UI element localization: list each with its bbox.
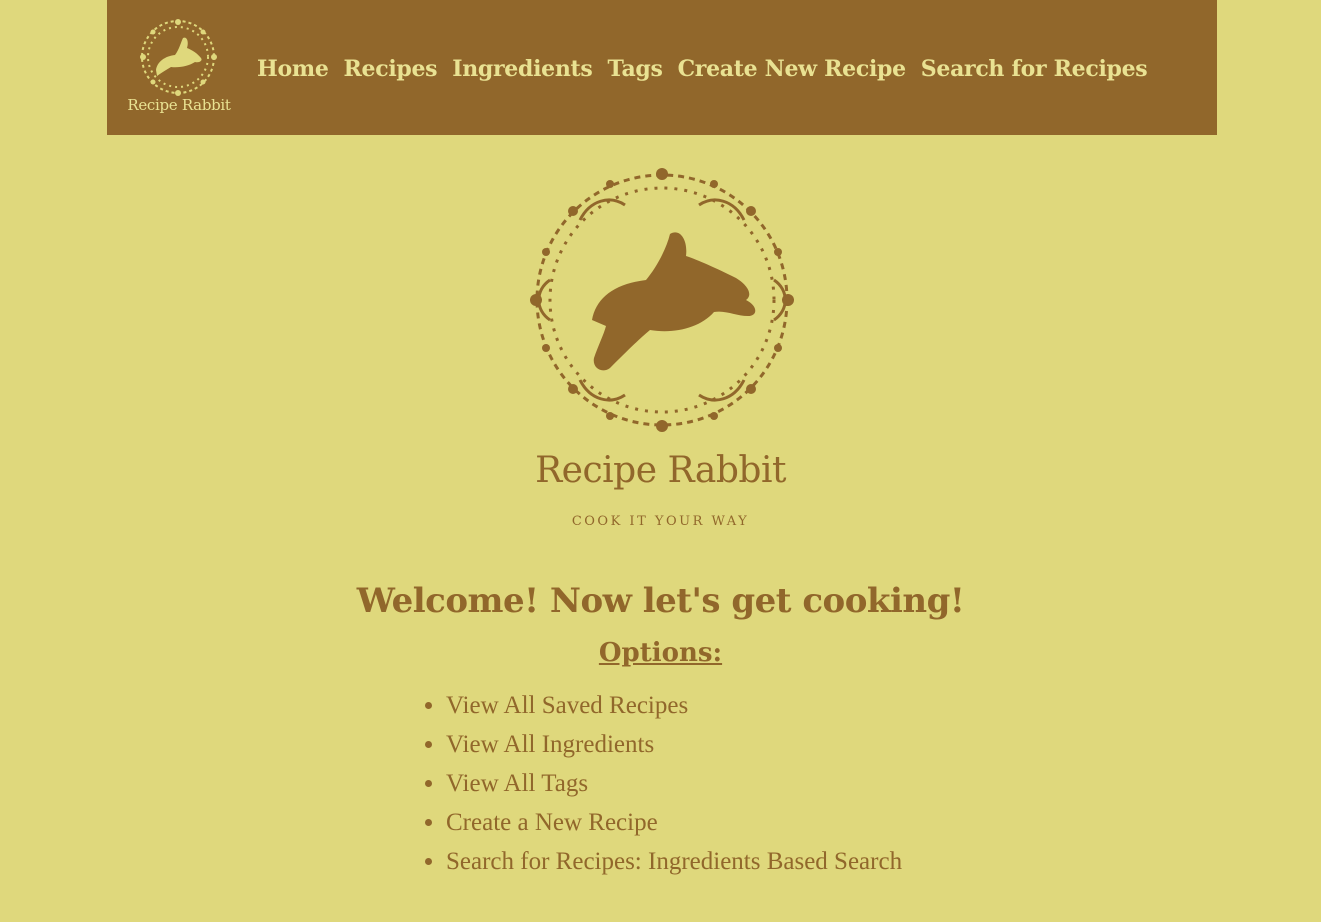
nav-link-ingredients[interactable]: Ingredients bbox=[452, 50, 593, 88]
navbar-logo[interactable]: Recipe Rabbit bbox=[121, 10, 261, 125]
nav-link-tags[interactable]: Tags bbox=[608, 50, 663, 88]
option-link-view-all-tags[interactable]: View All Tags bbox=[446, 770, 588, 797]
welcome-heading: Welcome! Now let's get cooking! bbox=[356, 581, 965, 621]
nav-link-recipes[interactable]: Recipes bbox=[344, 50, 438, 88]
top-navbar: Recipe Rabbit Home Recipes Ingredients T… bbox=[107, 0, 1217, 135]
navbar-links: Home Recipes Ingredients Tags Create New… bbox=[257, 50, 1162, 88]
list-item: Search for Recipes: Ingredients Based Se… bbox=[446, 842, 902, 881]
option-link-search-recipes[interactable]: Search for Recipes: Ingredients Based Se… bbox=[446, 848, 902, 875]
option-link-create-new-recipe[interactable]: Create a New Recipe bbox=[446, 809, 658, 836]
options-heading: Options: bbox=[598, 638, 723, 668]
navbar-logo-text: Recipe Rabbit bbox=[127, 96, 231, 114]
option-link-view-all-ingredients[interactable]: View All Ingredients bbox=[446, 731, 654, 758]
nav-link-search-for-recipes[interactable]: Search for Recipes bbox=[921, 50, 1148, 88]
rabbit-emblem-icon bbox=[530, 168, 794, 432]
list-item: View All Ingredients bbox=[446, 725, 902, 764]
nav-link-create-new-recipe[interactable]: Create New Recipe bbox=[678, 50, 907, 88]
hero-brand-title: Recipe Rabbit bbox=[535, 450, 786, 491]
option-link-view-all-saved-recipes[interactable]: View All Saved Recipes bbox=[446, 692, 688, 719]
list-item: View All Tags bbox=[446, 764, 902, 803]
options-list: View All Saved Recipes View All Ingredie… bbox=[405, 686, 902, 881]
hero-tagline: COOK IT YOUR WAY bbox=[571, 514, 750, 529]
list-item: Create a New Recipe bbox=[446, 803, 902, 842]
list-item: View All Saved Recipes bbox=[446, 686, 902, 725]
nav-link-home[interactable]: Home bbox=[257, 50, 329, 88]
